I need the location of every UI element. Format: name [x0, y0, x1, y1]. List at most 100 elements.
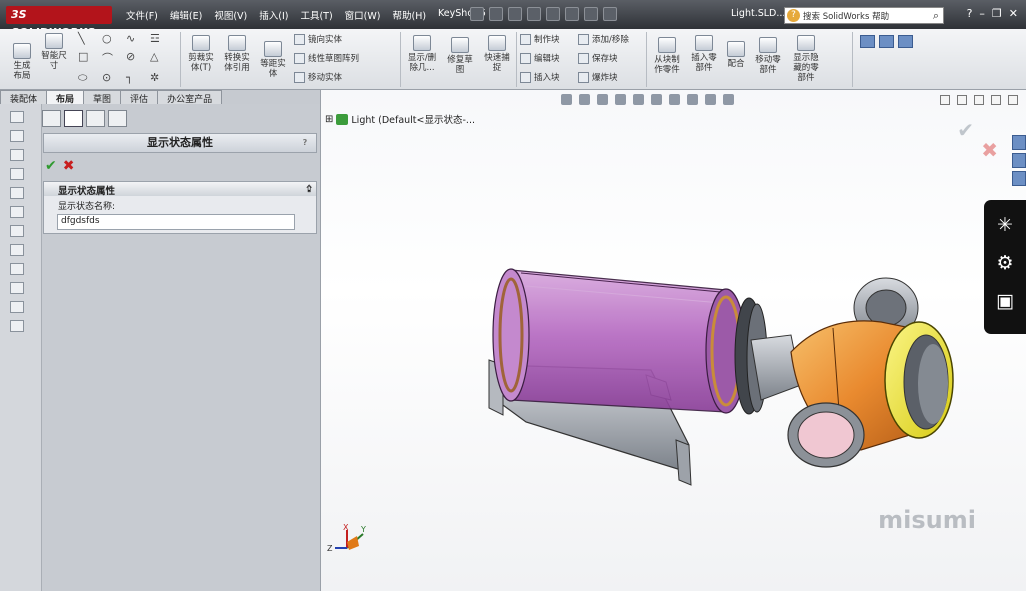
- help-button[interactable]: ?: [299, 137, 311, 149]
- rebuild-icon[interactable]: [584, 7, 598, 21]
- menu-help[interactable]: 帮助(H): [386, 8, 432, 22]
- display-manager-icon[interactable]: [108, 110, 127, 127]
- check-icon[interactable]: ✔: [45, 158, 57, 174]
- menu-insert[interactable]: 插入(I): [253, 8, 294, 22]
- tool-a-icon[interactable]: [860, 35, 875, 48]
- make-part-from-block-button[interactable]: 从块制 作零件: [650, 37, 684, 75]
- circle-icon[interactable]: ○: [102, 32, 126, 45]
- strip-tool-2-icon[interactable]: [10, 130, 24, 142]
- strip-tool-7-icon[interactable]: [10, 225, 24, 237]
- mate-button[interactable]: 配合: [723, 41, 749, 69]
- strip-tool-12-icon[interactable]: [10, 320, 24, 332]
- mirror-entities-label: 镜向实体: [308, 35, 343, 45]
- sketch-entity-tools: ╲ ○ ∿ ☲ □ ⌒ ⊘ △ ⬭ ⊙ ┐ ✲: [78, 32, 174, 85]
- make-block-button[interactable]: 制作块: [520, 33, 560, 45]
- tab-office-products[interactable]: 办公室产品: [157, 90, 223, 105]
- fillet-icon[interactable]: ┐: [126, 71, 150, 85]
- triangle-icon[interactable]: △: [150, 50, 174, 66]
- rectangle-icon[interactable]: □: [78, 50, 102, 66]
- tab-sketch[interactable]: 草图: [83, 90, 122, 105]
- search-icon[interactable]: ⌕: [933, 9, 939, 23]
- save-icon[interactable]: [508, 7, 522, 21]
- strip-tool-6-icon[interactable]: [10, 206, 24, 218]
- new-icon[interactable]: [470, 7, 484, 21]
- collapse-icon[interactable]: ⮸: [306, 182, 312, 198]
- tab-layout[interactable]: 布局: [46, 90, 85, 105]
- linear-pattern-button[interactable]: 线性草图阵列: [294, 52, 359, 64]
- print-icon[interactable]: [527, 7, 541, 21]
- ellipse-icon[interactable]: ⊘: [126, 50, 150, 66]
- strip-tool-1-icon[interactable]: [10, 111, 24, 123]
- close-icon[interactable]: ✕: [1009, 7, 1018, 20]
- rapid-snaps-button[interactable]: 快速捕 捉: [481, 35, 513, 73]
- slot-icon[interactable]: ⬭: [78, 71, 102, 85]
- mirror-entities-button[interactable]: 镜向实体: [294, 33, 342, 45]
- strip-tool-9-icon[interactable]: [10, 263, 24, 275]
- gear-icon[interactable]: ⚙: [984, 252, 1026, 276]
- share-icon[interactable]: ✳: [984, 214, 1026, 238]
- text-icon[interactable]: ☲: [150, 32, 174, 45]
- insert-block-button[interactable]: 插入块: [520, 71, 560, 83]
- linear-pattern-label: 线性草图阵列: [308, 54, 360, 64]
- smart-dimension-button[interactable]: 智能尺 寸: [39, 33, 69, 71]
- tool-b-icon[interactable]: [879, 35, 894, 48]
- move-entities-button[interactable]: 移动实体: [294, 71, 342, 83]
- graphics-area[interactable]: ⊞ Light (Default<显示状态-... ✔ ✖ Z X Y misu…: [320, 90, 1026, 591]
- polygon-icon[interactable]: ⊙: [102, 71, 126, 85]
- line-icon[interactable]: ╲: [78, 32, 102, 45]
- tab-assembly[interactable]: 装配体: [0, 90, 48, 105]
- add-remove-label: 添加/移除: [592, 35, 629, 45]
- repair-sketch-button[interactable]: 修复草 图: [443, 37, 477, 75]
- generate-layout-button[interactable]: 生成 布局: [8, 43, 36, 81]
- feature-manager-icon[interactable]: [42, 110, 61, 127]
- arc-icon[interactable]: ⌒: [102, 50, 126, 66]
- insert-component-button[interactable]: 插入零 部件: [688, 35, 720, 73]
- strip-tool-5-icon[interactable]: [10, 187, 24, 199]
- spline-icon[interactable]: ∿: [126, 32, 150, 45]
- side-lens[interactable]: [787, 402, 865, 468]
- group-header[interactable]: 显示状态属性 ⮸: [44, 182, 316, 198]
- open-icon[interactable]: [489, 7, 503, 21]
- save-block-button[interactable]: 保存块: [578, 52, 618, 64]
- select-icon[interactable]: [565, 7, 579, 21]
- point-icon[interactable]: ✲: [150, 71, 174, 85]
- minimize-icon[interactable]: –: [979, 7, 985, 20]
- menu-view[interactable]: 视图(V): [208, 8, 253, 22]
- trim-entities-button[interactable]: 剪裁实 体(T): [184, 35, 218, 73]
- tool-c-icon[interactable]: [898, 35, 913, 48]
- strip-tool-3-icon[interactable]: [10, 149, 24, 161]
- restore-icon[interactable]: ❐: [992, 7, 1002, 20]
- monitor-icon[interactable]: ▣: [984, 290, 1026, 314]
- property-manager-icon[interactable]: [64, 110, 83, 127]
- extra-tools: [860, 35, 913, 48]
- insert-block-label: 插入块: [534, 73, 560, 83]
- display-state-name-input[interactable]: dfgdsfds: [57, 214, 295, 230]
- strip-tool-4-icon[interactable]: [10, 168, 24, 180]
- tab-evaluate[interactable]: 评估: [120, 90, 159, 105]
- front-bezel[interactable]: [884, 321, 954, 439]
- solidworks-logo[interactable]: 3S SOLIDWORKS: [6, 6, 112, 39]
- add-remove-button[interactable]: 添加/移除: [578, 33, 629, 45]
- offset-entities-button[interactable]: 等距实 体: [256, 41, 290, 79]
- strip-tool-11-icon[interactable]: [10, 301, 24, 313]
- explode-block-button[interactable]: 爆炸块: [578, 71, 618, 83]
- configuration-manager-icon[interactable]: [86, 110, 105, 127]
- show-hidden-components-button[interactable]: 显示隐 藏的零 部件: [788, 35, 824, 83]
- convert-entities-button[interactable]: 转换实 体引用: [220, 35, 254, 73]
- edit-block-button[interactable]: 编辑块: [520, 52, 560, 64]
- dimension-icon: [45, 33, 63, 49]
- show-delete-relations-button[interactable]: 显示/删 除几...: [404, 35, 440, 73]
- menu-file[interactable]: 文件(F): [120, 8, 164, 22]
- help-search-input[interactable]: ? 搜索 SolidWorks 帮助 ⌕: [784, 7, 944, 24]
- close-icon[interactable]: ✖: [63, 158, 75, 174]
- help-icon[interactable]: ?: [967, 7, 973, 20]
- menu-edit[interactable]: 编辑(E): [164, 8, 208, 22]
- move-component-button[interactable]: 移动零 部件: [752, 37, 784, 75]
- strip-tool-10-icon[interactable]: [10, 282, 24, 294]
- options-icon[interactable]: [603, 7, 617, 21]
- menu-window[interactable]: 窗口(W): [339, 8, 387, 22]
- strip-tool-8-icon[interactable]: [10, 244, 24, 256]
- menu-tools[interactable]: 工具(T): [294, 8, 338, 22]
- light-body-cylinder[interactable]: [492, 268, 747, 414]
- undo-icon[interactable]: [546, 7, 560, 21]
